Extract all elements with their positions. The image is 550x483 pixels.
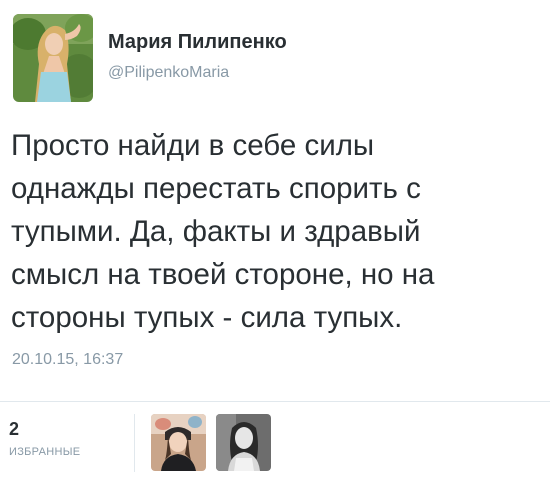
tweet-text-line: однажды перестать спорить с: [11, 172, 421, 205]
tweet-card: Мария Пилипенко @PilipenkoMaria Просто н…: [0, 0, 550, 483]
tweet-stats: 2 ИЗБРАННЫЕ: [0, 402, 550, 483]
favoriter-avatar[interactable]: [216, 414, 271, 471]
tweet-text-line: стороны тупых - сила тупых.: [11, 301, 403, 334]
author-display-name[interactable]: Мария Пилипенко: [108, 31, 287, 54]
favoriter-avatar[interactable]: [151, 414, 206, 471]
tweet-timestamp[interactable]: 20.10.15, 16:37: [12, 351, 123, 369]
stats-separator: [134, 414, 135, 472]
author-handle[interactable]: @PilipenkoMaria: [108, 64, 229, 82]
favorites-count[interactable]: 2: [9, 419, 19, 440]
tweet-text-line: Просто найди в себе силы: [11, 129, 375, 162]
tweet-text: Просто найди в себе силы однажды переста…: [11, 124, 541, 339]
author-avatar[interactable]: [13, 14, 93, 102]
tweet-text-line: смысл на твоей стороне, но на: [11, 258, 435, 291]
favorites-label[interactable]: ИЗБРАННЫЕ: [9, 446, 80, 458]
tweet-text-line: тупыми. Да, факты и здравый: [11, 215, 421, 248]
